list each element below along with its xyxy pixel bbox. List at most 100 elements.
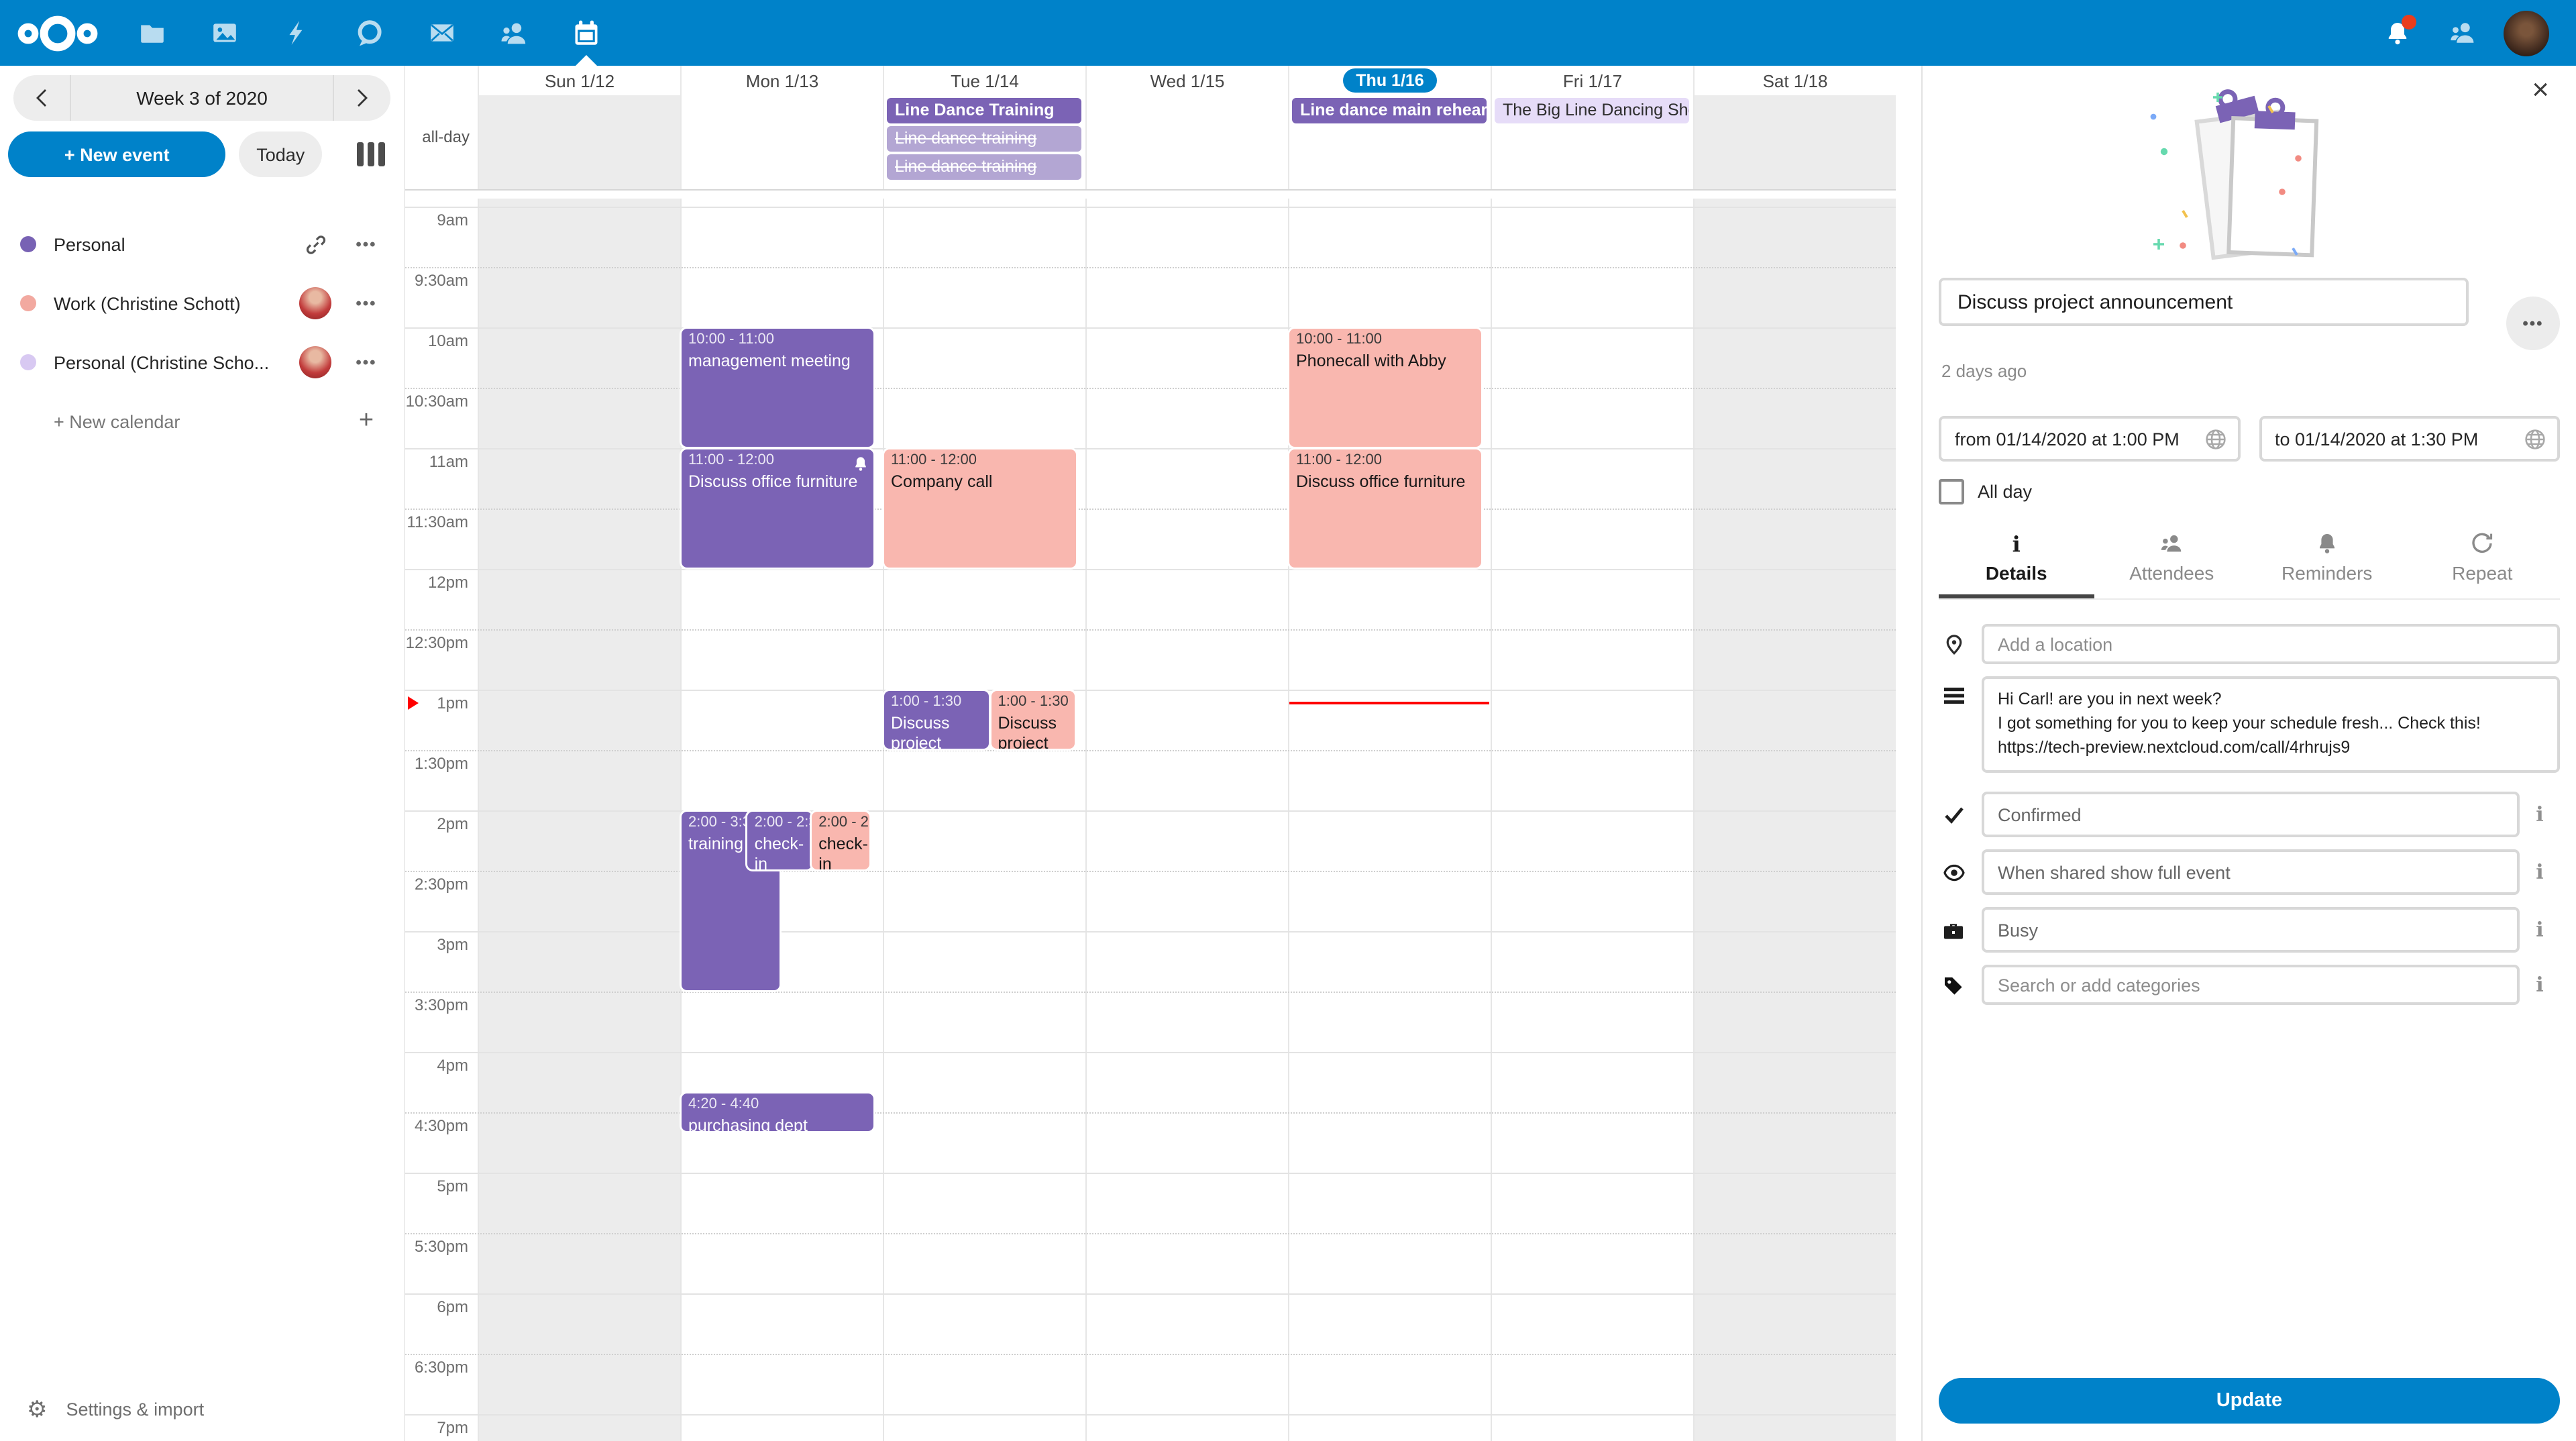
all-day-checkbox-label[interactable]: All day bbox=[1978, 482, 2032, 502]
day-header-label: Sun 1/12 bbox=[545, 70, 614, 91]
sidebar-calendar-item[interactable]: Personal••• bbox=[0, 215, 404, 274]
sidebar-calendar-item[interactable]: Work (Christine Schott)••• bbox=[0, 274, 404, 333]
contacts-menu-icon bbox=[2448, 19, 2476, 47]
calendar-event[interactable]: 11:00 - 12:00Company call bbox=[884, 449, 1076, 568]
event-title: Discuss office furniture bbox=[1296, 472, 1474, 493]
categories-row: i bbox=[1939, 965, 2560, 1005]
update-button[interactable]: Update bbox=[1939, 1378, 2560, 1424]
calendar-event[interactable]: 11:00 - 12:00Discuss office furniture bbox=[1289, 449, 1481, 568]
main-layout: Week 3 of 2020 + New event Today Persona… bbox=[0, 66, 2576, 1441]
tab-attendees[interactable]: Attendees bbox=[2094, 529, 2250, 598]
calendar-menu-button[interactable]: ••• bbox=[339, 294, 393, 313]
all-day-cell[interactable] bbox=[478, 95, 680, 189]
calendar-menu-button[interactable]: ••• bbox=[339, 235, 393, 254]
all-day-label: all-day bbox=[405, 127, 470, 146]
day-column[interactable] bbox=[478, 199, 680, 1441]
all-day-event[interactable]: Line dance main rehearsal bbox=[1292, 98, 1487, 123]
time-grid[interactable]: 9am9:30am10am10:30am11am11:30am12pm12:30… bbox=[405, 199, 1896, 1441]
categories-info-icon[interactable]: i bbox=[2520, 973, 2560, 997]
calendar-menu-button[interactable]: ••• bbox=[339, 353, 393, 372]
day-header-3[interactable]: Wed 1/15 bbox=[1085, 66, 1288, 95]
day-header-6[interactable]: Sat 1/18 bbox=[1693, 66, 1896, 95]
share-link-icon[interactable] bbox=[291, 233, 339, 256]
description-textarea[interactable]: Hi Carl! are you in next week? I got som… bbox=[1982, 676, 2560, 773]
nextcloud-logo[interactable] bbox=[0, 11, 115, 54]
calendar-event[interactable]: 2:00 - 2:30check-in bbox=[812, 812, 869, 869]
app-photos-button[interactable] bbox=[188, 0, 260, 66]
location-input[interactable] bbox=[1982, 624, 2560, 664]
categories-input[interactable] bbox=[1982, 965, 2520, 1005]
close-editor-button[interactable]: × bbox=[2524, 74, 2557, 106]
day-column[interactable] bbox=[883, 199, 1085, 1441]
calendar-event[interactable]: 2:00 - 2:30check-in bbox=[748, 812, 812, 869]
calendar-event[interactable]: 1:00 - 1:30Discuss project announcement bbox=[884, 691, 989, 749]
visibility-select[interactable]: When shared show full event bbox=[1982, 849, 2520, 895]
sidebar-calendar-item[interactable]: Personal (Christine Scho...••• bbox=[0, 333, 404, 392]
calendar-event[interactable]: 1:00 - 1:30Discuss project bbox=[991, 691, 1075, 749]
freebusy-info-icon[interactable]: i bbox=[2520, 918, 2560, 942]
scrollbar-gutter[interactable] bbox=[1896, 66, 1921, 1441]
week-label[interactable]: Week 3 of 2020 bbox=[70, 75, 334, 121]
timezone-globe-icon[interactable] bbox=[2204, 427, 2226, 450]
contacts-menu-button[interactable] bbox=[2439, 10, 2485, 56]
day-header-5[interactable]: Fri 1/17 bbox=[1491, 66, 1693, 95]
all-day-cell[interactable] bbox=[1085, 95, 1288, 189]
calendar-event[interactable]: 4:20 - 4:40purchasing dept bbox=[682, 1093, 873, 1131]
status-select[interactable]: Confirmed bbox=[1982, 792, 2520, 837]
event-title-input[interactable] bbox=[1939, 278, 2469, 326]
all-day-cell[interactable] bbox=[680, 95, 883, 189]
tab-label: Repeat bbox=[2452, 562, 2512, 584]
app-mail-button[interactable] bbox=[405, 0, 478, 66]
location-pin-icon bbox=[1939, 633, 1968, 655]
tab-repeat[interactable]: Repeat bbox=[2405, 529, 2561, 598]
previous-week-button[interactable] bbox=[13, 75, 70, 121]
calendar-event[interactable]: 11:00 - 12:00Discuss office furniture bbox=[682, 449, 873, 568]
view-toggle-button[interactable] bbox=[352, 137, 390, 172]
day-column[interactable] bbox=[1085, 199, 1288, 1441]
next-week-button[interactable] bbox=[334, 75, 390, 121]
app-files-button[interactable] bbox=[115, 0, 188, 66]
plus-icon: + bbox=[339, 407, 393, 436]
all-day-cell[interactable]: Line dance main rehearsal bbox=[1288, 95, 1491, 189]
calendar-event[interactable]: 10:00 - 11:00Phonecall with Abby bbox=[1289, 329, 1481, 447]
app-activity-button[interactable] bbox=[260, 0, 333, 66]
event-title: Discuss office furniture bbox=[688, 472, 867, 493]
event-more-button[interactable]: ••• bbox=[2506, 297, 2560, 350]
app-contacts-button[interactable] bbox=[478, 0, 550, 66]
day-column[interactable] bbox=[1693, 199, 1896, 1441]
day-header-label: Fri 1/17 bbox=[1563, 70, 1622, 91]
end-date-field[interactable]: to 01/14/2020 at 1:30 PM bbox=[2259, 416, 2560, 462]
notifications-button[interactable] bbox=[2375, 10, 2420, 56]
app-calendar-button[interactable] bbox=[550, 0, 623, 66]
all-day-cell[interactable] bbox=[1693, 95, 1896, 189]
day-header-0[interactable]: Sun 1/12 bbox=[478, 66, 680, 95]
tab-details[interactable]: i Details bbox=[1939, 529, 2094, 598]
all-day-cell[interactable]: The Big Line Dancing Show bbox=[1491, 95, 1693, 189]
day-header-2[interactable]: Tue 1/14 bbox=[883, 66, 1085, 95]
all-day-event[interactable]: Line Dance Training bbox=[887, 98, 1081, 123]
timezone-globe-icon[interactable] bbox=[2524, 427, 2546, 450]
visibility-info-icon[interactable]: i bbox=[2520, 860, 2560, 884]
today-button[interactable]: Today bbox=[239, 131, 323, 177]
freebusy-select[interactable]: Busy bbox=[1982, 907, 2520, 953]
time-label: 9am bbox=[405, 211, 468, 229]
calendar-event[interactable]: 10:00 - 11:00management meeting bbox=[682, 329, 873, 447]
user-avatar[interactable] bbox=[2504, 10, 2549, 56]
day-column[interactable] bbox=[1491, 199, 1693, 1441]
all-day-event[interactable]: Line dance training bbox=[887, 154, 1081, 180]
tab-reminders[interactable]: Reminders bbox=[2249, 529, 2405, 598]
start-date-field[interactable]: from 01/14/2020 at 1:00 PM bbox=[1939, 416, 2240, 462]
app-talk-button[interactable] bbox=[333, 0, 405, 66]
day-header-4[interactable]: Thu 1/16 bbox=[1288, 66, 1491, 95]
all-day-checkbox[interactable] bbox=[1939, 479, 1964, 504]
status-info-icon[interactable]: i bbox=[2520, 802, 2560, 826]
all-day-cell[interactable]: Line Dance Training Line dance trainingLi… bbox=[883, 95, 1085, 189]
status-row: Confirmed i bbox=[1939, 792, 2560, 837]
new-calendar-button[interactable]: + New calendar + bbox=[0, 392, 404, 451]
all-day-event[interactable]: Line dance training bbox=[887, 126, 1081, 152]
all-day-event[interactable]: The Big Line Dancing Show bbox=[1495, 98, 1689, 123]
new-event-button[interactable]: + New event bbox=[8, 131, 226, 177]
settings-import-button[interactable]: ⚙ Settings & import bbox=[0, 1390, 404, 1428]
day-header-1[interactable]: Mon 1/13 bbox=[680, 66, 883, 95]
calendar-color-dot bbox=[20, 236, 36, 252]
